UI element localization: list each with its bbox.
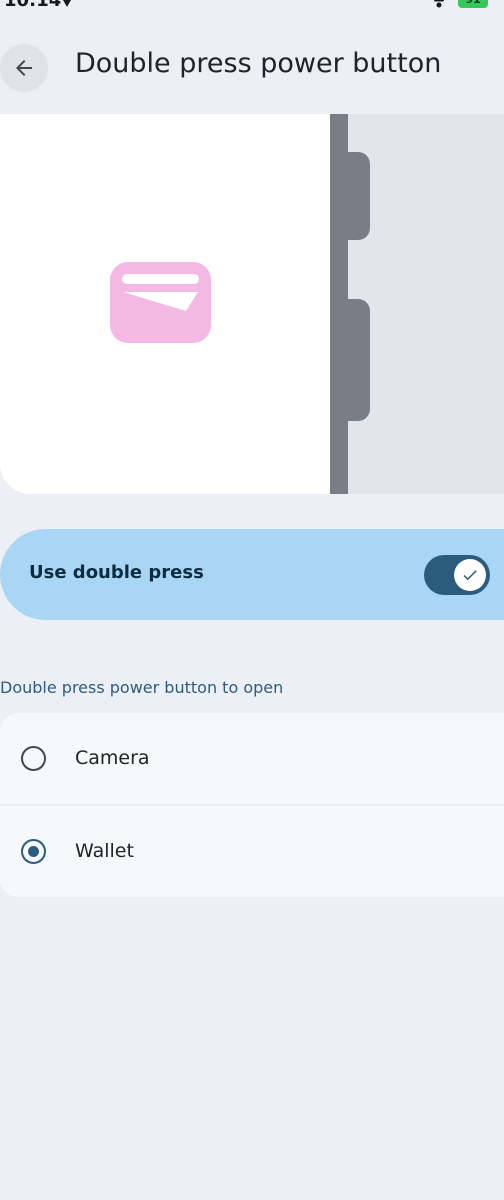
arrow-left-icon <box>16 60 32 76</box>
status-bar: 10:14 91 <box>0 0 504 14</box>
wifi-icon <box>434 0 444 8</box>
option-wallet[interactable]: Wallet <box>0 806 504 897</box>
phone-side-button-upper <box>340 152 370 240</box>
page-title: Double press power button <box>75 48 442 79</box>
back-button[interactable] <box>0 44 48 92</box>
signal-icon <box>63 0 71 7</box>
wallet-radio-button[interactable] <box>21 839 46 864</box>
phone-side-panel <box>348 114 504 494</box>
radio-selected-dot <box>27 845 39 857</box>
gesture-illustration <box>0 114 504 494</box>
wallet-card-icon <box>110 262 211 343</box>
use-double-press-label: Use double press <box>29 562 204 583</box>
section-header: Double press power button to open <box>0 678 284 697</box>
use-double-press-switch[interactable] <box>424 555 490 595</box>
use-double-press-row[interactable]: Use double press <box>0 529 504 620</box>
switch-thumb <box>454 559 486 591</box>
check-icon <box>463 570 477 581</box>
phone-power-button <box>340 299 370 421</box>
camera-radio-button[interactable] <box>21 746 46 771</box>
option-wallet-label: Wallet <box>75 840 134 862</box>
option-camera[interactable]: Camera <box>0 713 504 804</box>
battery-indicator: 91 <box>458 0 488 8</box>
status-time: 10:14 <box>4 0 62 11</box>
option-camera-label: Camera <box>75 747 150 769</box>
